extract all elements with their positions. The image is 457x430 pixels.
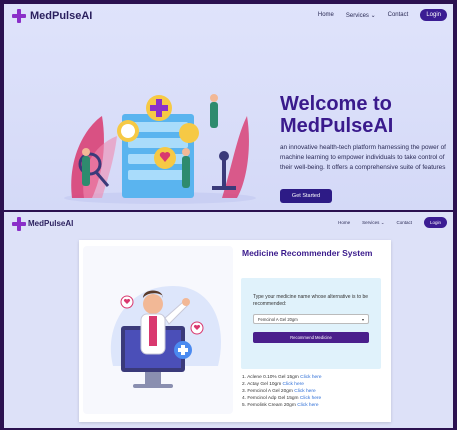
brand-name-2: MedPulseAI bbox=[28, 218, 74, 228]
hero-description: an innovative health-tech platform harne… bbox=[280, 144, 446, 171]
get-started-button[interactable]: Get Started bbox=[280, 189, 332, 203]
click-here-link[interactable]: Click here bbox=[283, 382, 304, 387]
recommend-medicine-button[interactable]: Recommend Medicine bbox=[253, 332, 369, 343]
result-name: 3. Femcinol A Gel 20gm bbox=[242, 389, 293, 394]
top-nav: MedPulseAI Home Services ⌄ Contact Login bbox=[4, 4, 453, 28]
hero-title: Welcome to MedPulseAI bbox=[280, 93, 394, 137]
top-nav-2: MedPulseAI Home Services ⌄ Contact Login bbox=[4, 212, 453, 236]
nav-services-dropdown[interactable]: Services ⌄ bbox=[362, 220, 384, 226]
doctor-illustration-frame bbox=[83, 246, 233, 414]
list-item: 3. Femcinol A Gel 20gm Click here bbox=[242, 388, 321, 395]
list-item: 1. Aclene 0.10% Gel 15gm Click here bbox=[242, 374, 321, 381]
nav-services-label: Services bbox=[345, 12, 369, 19]
recommender-title: Medicine Recommender System bbox=[242, 248, 373, 258]
chevron-down-icon: ⌄ bbox=[380, 219, 385, 225]
click-here-link[interactable]: Click here bbox=[294, 389, 315, 394]
nav-links: Home Services ⌄ Contact Login bbox=[318, 9, 447, 21]
nav-services-label: Services bbox=[362, 219, 380, 225]
medical-cross-icon bbox=[12, 217, 26, 231]
result-name: 2. Actay Gel 10gm bbox=[242, 382, 282, 387]
recommender-card: Medicine Recommender System Type your me… bbox=[79, 240, 391, 422]
result-name: 5. Femolink Cream 20gm bbox=[242, 403, 296, 408]
results-list: 1. Aclene 0.10% Gel 15gm Click here 2. A… bbox=[242, 374, 321, 409]
landing-panel: MedPulseAI Home Services ⌄ Contact Login bbox=[4, 4, 453, 210]
list-item: 2. Actay Gel 10gm Click here bbox=[242, 381, 321, 388]
brand-name: MedPulseAI bbox=[30, 10, 93, 22]
recommender-form: Type your medicine name whose alternativ… bbox=[241, 278, 381, 369]
medicine-input-label: Type your medicine name whose alternativ… bbox=[253, 294, 369, 307]
result-name: 4. Femcinol Adp Gel 15gm bbox=[242, 396, 299, 401]
list-item: 5. Femolink Cream 20gm Click here bbox=[242, 402, 321, 409]
nav-home-link[interactable]: Home bbox=[338, 220, 350, 225]
doctor-illustration bbox=[110, 286, 221, 388]
click-here-link[interactable]: Click here bbox=[300, 396, 321, 401]
nav-contact-link[interactable]: Contact bbox=[388, 12, 409, 18]
login-button[interactable]: Login bbox=[423, 217, 447, 228]
medicine-select[interactable]: Femcinol A Gel 20gm ▾ bbox=[253, 314, 369, 324]
login-button[interactable]: Login bbox=[420, 9, 447, 21]
brand-logo[interactable]: MedPulseAI bbox=[12, 9, 92, 23]
result-name: 1. Aclene 0.10% Gel 15gm bbox=[242, 375, 299, 380]
nav-contact-link[interactable]: Contact bbox=[396, 220, 412, 225]
nav-home-link[interactable]: Home bbox=[318, 12, 334, 18]
brand-logo-2[interactable]: MedPulseAI bbox=[12, 217, 74, 231]
click-here-link[interactable]: Click here bbox=[297, 403, 318, 408]
nav-services-dropdown[interactable]: Services ⌄ bbox=[346, 12, 376, 19]
medicine-select-value: Femcinol A Gel 20gm bbox=[258, 316, 298, 322]
hero-medical-illustration bbox=[64, 94, 256, 204]
list-item: 4. Femcinol Adp Gel 15gm Click here bbox=[242, 395, 321, 402]
click-here-link[interactable]: Click here bbox=[300, 375, 321, 380]
chevron-down-icon: ▾ bbox=[361, 317, 364, 322]
medical-cross-icon bbox=[12, 9, 26, 23]
chevron-down-icon: ⌄ bbox=[370, 12, 376, 19]
recommender-panel: MedPulseAI Home Services ⌄ Contact Login bbox=[4, 212, 453, 428]
nav-links-2: Home Services ⌄ Contact Login bbox=[338, 217, 447, 228]
